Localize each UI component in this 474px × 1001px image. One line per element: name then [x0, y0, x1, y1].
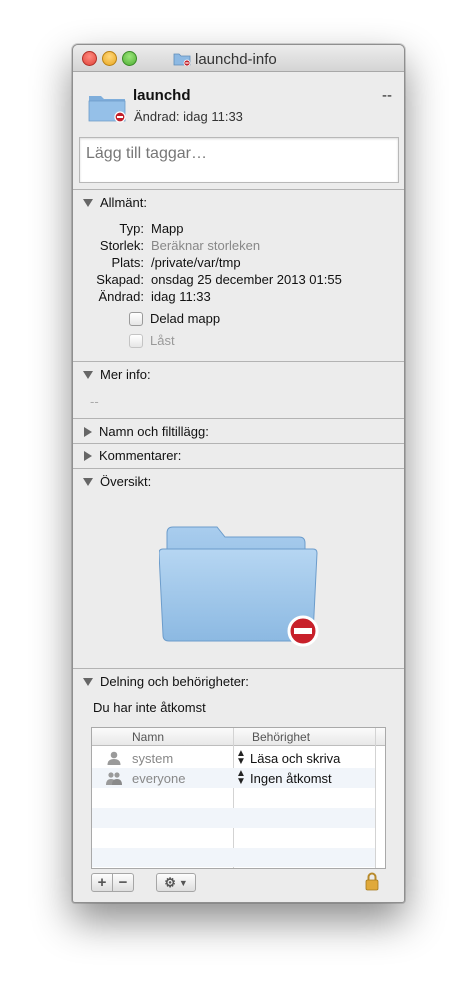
section-preview[interactable]: Översikt: [83, 474, 151, 489]
divider [73, 189, 404, 190]
file-name: launchd [133, 87, 191, 104]
section-more-info-label: Mer info: [100, 367, 151, 382]
column-divider [375, 728, 376, 868]
divider [73, 418, 404, 419]
info-key: Skapad: [96, 272, 144, 287]
column-header-privilege[interactable]: Behörighet [252, 730, 310, 744]
disclosure-triangle-icon[interactable] [83, 677, 93, 686]
window-title: launchd-info [195, 50, 277, 68]
section-more-info[interactable]: Mer info: [83, 367, 151, 382]
locked-option: Låst [129, 333, 175, 348]
table-row [92, 828, 375, 848]
table-row[interactable]: everyone ▲ ▼ Ingen åtkomst [92, 768, 375, 788]
disclosure-triangle-icon[interactable] [84, 426, 92, 437]
tags-field[interactable] [79, 137, 399, 183]
info-key: Plats: [111, 255, 144, 270]
info-value: idag 11:33 [151, 289, 211, 304]
table-row[interactable]: system ▲ ▼ Läsa och skriva [92, 748, 375, 768]
table-row [92, 788, 375, 808]
disclosure-triangle-icon[interactable] [83, 370, 93, 379]
section-comments-label: Kommentarer: [99, 448, 182, 463]
shared-folder-label: Delad mapp [150, 311, 221, 326]
table-row [92, 848, 375, 867]
tags-input[interactable] [84, 144, 388, 164]
info-key: Storlek: [99, 238, 144, 253]
stepper-arrows-icon[interactable]: ▲ ▼ [236, 769, 246, 787]
shared-folder-option[interactable]: Delad mapp [129, 311, 220, 326]
info-row-created: Skapad: onsdag 25 december 2013 01:55 [73, 272, 404, 289]
section-sharing-label: Delning och behörigheter: [100, 674, 249, 689]
modified-date: Ändrad: idag 11:33 [134, 109, 243, 124]
section-general[interactable]: Allmänt: [83, 195, 147, 210]
section-sharing[interactable]: Delning och behörigheter: [83, 674, 249, 689]
disclosure-triangle-icon[interactable] [84, 450, 92, 461]
disclosure-triangle-icon[interactable] [83, 477, 93, 486]
chevron-down-icon: ▼ [178, 877, 188, 888]
close-button[interactable] [82, 51, 97, 66]
divider [73, 361, 404, 362]
divider [73, 468, 404, 469]
action-menu-button[interactable]: ⚙ ▼ [156, 873, 196, 892]
title-bar[interactable]: launchd-info [73, 45, 404, 72]
user-name: everyone [132, 771, 186, 786]
section-preview-label: Översikt: [100, 474, 152, 489]
info-value: /private/var/tmp [151, 255, 241, 270]
section-name-extension-label: Namn och filtillägg: [99, 424, 209, 439]
zoom-button[interactable] [122, 51, 137, 66]
group-icon [106, 772, 122, 785]
section-comments[interactable]: Kommentarer: [83, 448, 181, 463]
remove-user-button[interactable]: − [113, 873, 134, 892]
more-info-value: -- [90, 394, 99, 409]
locked-label: Låst [150, 333, 175, 348]
table-controls: + − ⚙ ▼ [91, 873, 196, 892]
info-value: onsdag 25 december 2013 01:55 [151, 272, 342, 287]
stepper-arrows-icon[interactable]: ▲ ▼ [236, 749, 246, 767]
user-icon [107, 751, 121, 765]
info-row-type: Typ: Mapp [73, 221, 404, 238]
info-row-location: Plats: /private/var/tmp [73, 255, 404, 272]
column-header-name[interactable]: Namn [132, 730, 164, 744]
privilege-select[interactable]: Läsa och skriva [250, 751, 340, 766]
table-header: Namn Behörighet [92, 728, 385, 746]
locked-checkbox [129, 333, 143, 348]
no-access-notice: Du har inte åtkomst [93, 700, 206, 715]
info-key: Ändrad: [98, 289, 144, 304]
info-key: Typ: [119, 221, 144, 236]
minimize-button[interactable] [102, 51, 117, 66]
size-placeholder: -- [382, 87, 392, 104]
disclosure-triangle-icon[interactable] [83, 198, 93, 207]
divider [73, 668, 404, 669]
section-general-label: Allmänt: [100, 195, 147, 210]
privilege-select[interactable]: Ingen åtkomst [250, 771, 332, 786]
info-window: launchd-info launchd -- Ändrad: idag 11:… [72, 44, 405, 903]
folder-preview-icon [159, 526, 319, 647]
info-row-size: Storlek: Beräknar storleken [73, 238, 404, 255]
shared-folder-checkbox[interactable] [129, 311, 143, 326]
gear-icon: ⚙ [164, 874, 176, 890]
info-row-modified: Ändrad: idag 11:33 [73, 289, 404, 306]
lock-icon[interactable] [365, 872, 379, 891]
section-name-extension[interactable]: Namn och filtillägg: [83, 424, 209, 439]
info-value: Mapp [151, 221, 184, 236]
folder-icon [88, 96, 126, 123]
folder-icon [173, 53, 191, 66]
user-name: system [132, 751, 174, 766]
divider [73, 443, 404, 444]
add-user-button[interactable]: + [91, 873, 113, 892]
table-row [92, 808, 375, 828]
permissions-table[interactable]: Namn Behörighet system ▲ ▼ Läsa och skriv… [91, 727, 386, 869]
info-value: Beräknar storleken [151, 238, 261, 253]
